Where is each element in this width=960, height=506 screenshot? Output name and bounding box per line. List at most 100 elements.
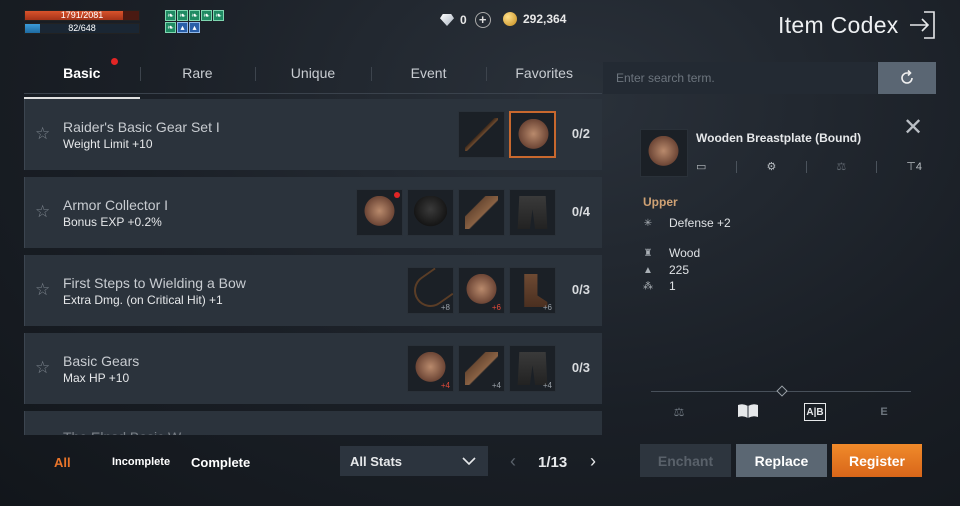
- collection-title: Raider's Basic Gear Set I: [63, 119, 220, 135]
- collection-row[interactable]: ☆ Raider's Basic Gear Set I Weight Limit +…: [24, 99, 602, 170]
- search-input[interactable]: [603, 62, 877, 94]
- item-slot[interactable]: [407, 189, 454, 236]
- collection-bonus: Extra Dmg. (on Critical Hit) +1: [63, 293, 223, 307]
- collection-row[interactable]: ☆ Armor Collector I Bonus EXP +0.2% 0/4: [24, 177, 602, 248]
- book-icon[interactable]: [737, 403, 759, 421]
- chest-attr-icon: ▭: [696, 161, 707, 173]
- item-slot[interactable]: [458, 111, 505, 158]
- filter-complete[interactable]: Complete: [191, 455, 250, 470]
- gold-coin-icon: [503, 12, 517, 26]
- enhance-level: +6: [542, 303, 552, 312]
- leaf-icon: ❧: [201, 10, 212, 21]
- compare-icon[interactable]: A|B: [804, 403, 826, 421]
- collection-progress: 0/4: [571, 204, 590, 219]
- leaf-icon: ❧: [165, 10, 176, 21]
- item-slot[interactable]: +4: [407, 345, 454, 392]
- enhance-level: +4: [542, 381, 552, 390]
- favorite-star-icon[interactable]: ☆: [35, 280, 50, 300]
- leaf-icon: ❧: [177, 10, 188, 21]
- divider: [875, 160, 877, 173]
- enhance-level: +4: [440, 381, 450, 390]
- quantity-value: 1: [669, 279, 676, 293]
- detail-item-icon: [640, 129, 688, 177]
- item-slot[interactable]: [509, 189, 556, 236]
- detail-defense: ✳ Defense +2: [643, 216, 731, 230]
- hp-text: 1791/2081: [60, 10, 104, 20]
- collection-row[interactable]: The Elpsd Basic W...: [24, 411, 602, 435]
- chest-icon: [363, 196, 396, 229]
- item-slot[interactable]: +8: [407, 267, 454, 314]
- filter-incomplete[interactable]: Incomplete: [112, 456, 170, 468]
- divider: [805, 160, 807, 173]
- collection-title: Armor Collector I: [63, 197, 169, 213]
- item-slot[interactable]: [356, 189, 403, 236]
- tab-basic[interactable]: Basic: [24, 58, 140, 99]
- favorite-star-icon[interactable]: ☆: [35, 358, 50, 378]
- close-icon[interactable]: ✕: [903, 113, 923, 142]
- category-tabs: Basic Rare Unique Event Favorites: [24, 58, 602, 99]
- divider-ornament: [776, 385, 788, 397]
- stats-dropdown[interactable]: All Stats: [340, 446, 488, 476]
- item-slot[interactable]: [458, 189, 505, 236]
- replace-button[interactable]: Replace: [736, 444, 827, 477]
- filter-all[interactable]: All: [54, 455, 71, 470]
- chevron-down-icon: [462, 457, 476, 465]
- reset-search-button[interactable]: [878, 62, 936, 94]
- gold-currency: 292,364: [503, 12, 566, 26]
- item-slot[interactable]: +6: [509, 267, 556, 314]
- register-button[interactable]: Register: [832, 444, 922, 477]
- item-slot[interactable]: [509, 111, 556, 158]
- collection-title: Basic Gears: [63, 353, 140, 369]
- detail-attributes: ▭ ⚙ ⚖ ⊤4: [696, 160, 922, 173]
- enhance-attr: ⊤4: [906, 161, 922, 173]
- collection-row[interactable]: ☆ First Steps to Wielding a Bow Extra Dmg.…: [24, 255, 602, 326]
- next-page-button[interactable]: ›: [590, 451, 596, 472]
- exit-icon[interactable]: [908, 10, 936, 40]
- tab-favorites[interactable]: Favorites: [486, 58, 602, 93]
- glove-icon: [465, 196, 498, 229]
- tab-label: Basic: [63, 65, 101, 81]
- hp-bar: 1791/2081: [24, 10, 140, 21]
- favorite-star-icon[interactable]: ☆: [35, 202, 50, 222]
- collection-items: +8 +6 +6: [407, 267, 556, 314]
- e-icon[interactable]: E: [873, 403, 895, 421]
- mp-bar: 82/648: [24, 23, 140, 34]
- tab-unique[interactable]: Unique: [255, 58, 371, 93]
- stack-icon: ⁂: [643, 280, 653, 292]
- enchant-button[interactable]: Enchant: [640, 444, 731, 477]
- stats-dropdown-label: All Stats: [350, 453, 403, 469]
- prev-page-button[interactable]: ‹: [510, 451, 516, 472]
- helm-icon: [414, 196, 447, 229]
- tab-rare[interactable]: Rare: [139, 58, 256, 93]
- collection-row[interactable]: ☆ Basic Gears Max HP +10 +4 +4 +4 0/3: [24, 333, 602, 404]
- scale-icon[interactable]: ⚖: [668, 403, 690, 421]
- item-slot[interactable]: +4: [509, 345, 556, 392]
- tab-label: Unique: [290, 65, 336, 81]
- tab-event[interactable]: Event: [370, 58, 487, 93]
- divider: [735, 160, 737, 173]
- notification-dot: [110, 58, 118, 65]
- leaf-icon: ❧: [213, 10, 224, 21]
- collection-items: [356, 189, 556, 236]
- boot-icon: ▴: [189, 22, 200, 33]
- page-indicator: 1/13: [538, 454, 568, 471]
- add-gems-button[interactable]: +: [474, 12, 491, 28]
- buff-list: ❧ ❧ ❧ ❧ ❧ ❧ ▴ ▴: [165, 10, 227, 33]
- item-slot[interactable]: +6: [458, 267, 505, 314]
- favorite-star-icon[interactable]: ☆: [35, 124, 50, 144]
- weight-value: 225: [669, 263, 690, 277]
- collection-bonus: Max HP +10: [63, 371, 130, 385]
- enhance-level: +6: [491, 303, 501, 312]
- detail-item-name: Wooden Breastplate (Bound): [696, 131, 862, 145]
- gold-count: 292,364: [523, 12, 567, 26]
- enhance-level: +4: [491, 381, 501, 390]
- gem-currency: 0 +: [440, 12, 491, 28]
- collection-list[interactable]: ☆ Raider's Basic Gear Set I Weight Limit +…: [24, 99, 602, 435]
- sword-icon: [465, 118, 498, 151]
- collection-title: The Elpsd Basic W...: [63, 429, 192, 435]
- collection-progress: 0/2: [571, 126, 590, 141]
- item-slot[interactable]: +4: [458, 345, 505, 392]
- collection-items: [458, 111, 556, 158]
- collection-bonus: Weight Limit +10: [63, 137, 153, 151]
- page-title: Item Codex: [778, 12, 899, 38]
